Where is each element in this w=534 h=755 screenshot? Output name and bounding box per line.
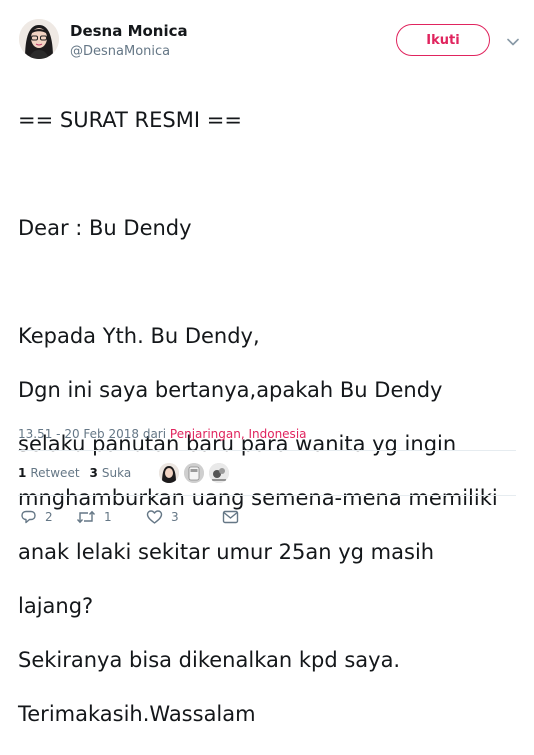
avatar[interactable]: [209, 463, 230, 483]
tweet-stats: 1 Retweet 3 Suka: [18, 458, 234, 488]
from-label: dari: [142, 427, 167, 441]
display-name[interactable]: Desna Monica: [70, 22, 188, 40]
like-button[interactable]: 3: [146, 509, 222, 525]
envelope-icon: [222, 510, 239, 524]
avatar[interactable]: [159, 463, 180, 483]
location-link[interactable]: Penjaringan, Indonesia: [170, 427, 307, 441]
divider: [18, 450, 516, 451]
tweet-line: [18, 269, 518, 296]
divider: [18, 495, 516, 496]
liker-avatars: [159, 463, 234, 483]
avatar[interactable]: [184, 463, 205, 483]
tweet-line: Dgn ini saya bertanya,apakah Bu Dendy: [18, 378, 443, 402]
reply-button[interactable]: 2: [20, 509, 76, 525]
retweet-icon: [76, 510, 96, 524]
reply-icon: [21, 510, 36, 524]
tweet-line: Terimakasih.Wassalam: [18, 702, 256, 726]
tweet-line: [18, 161, 518, 188]
heart-icon: [146, 510, 163, 524]
message-button[interactable]: [222, 510, 239, 524]
retweet-button[interactable]: 1: [76, 509, 146, 525]
tweet-line: anak lelaki sekitar umur 25an yg masih: [18, 540, 435, 564]
chevron-down-icon[interactable]: [506, 34, 520, 48]
tweet-line: Dear : Bu Dendy: [18, 216, 192, 240]
avatar[interactable]: [19, 19, 59, 59]
retweets-stat[interactable]: 1 Retweet: [18, 466, 80, 480]
user-handle[interactable]: @DesnaMonica: [70, 44, 170, 59]
tweet-line: Kepada Yth. Bu Dendy,: [18, 324, 260, 348]
reply-count: 2: [45, 510, 53, 524]
tweet-line: lajang?: [18, 594, 94, 618]
like-count: 3: [171, 510, 179, 524]
follow-button[interactable]: Ikuti: [396, 24, 490, 56]
tweet-line: Sekiranya bisa dikenalkan kpd saya.: [18, 648, 401, 672]
timestamp[interactable]: 13.51 - 20 Feb 2018: [18, 427, 139, 441]
tweet-card: Desna Monica @DesnaMonica Ikuti == SURAT…: [0, 0, 534, 726]
tweet-line: == SURAT RESMI ==: [18, 108, 242, 132]
tweet-meta: 13.51 - 20 Feb 2018 dari Penjaringan, In…: [18, 427, 307, 441]
tweet-actions: 2 1 3: [20, 506, 239, 528]
likes-stat[interactable]: 3 Suka: [90, 466, 132, 480]
avatar-image: [19, 19, 59, 59]
tweet-text: == SURAT RESMI == Dear : Bu Dendy Kepada…: [18, 80, 518, 755]
retweet-count: 1: [104, 510, 112, 524]
